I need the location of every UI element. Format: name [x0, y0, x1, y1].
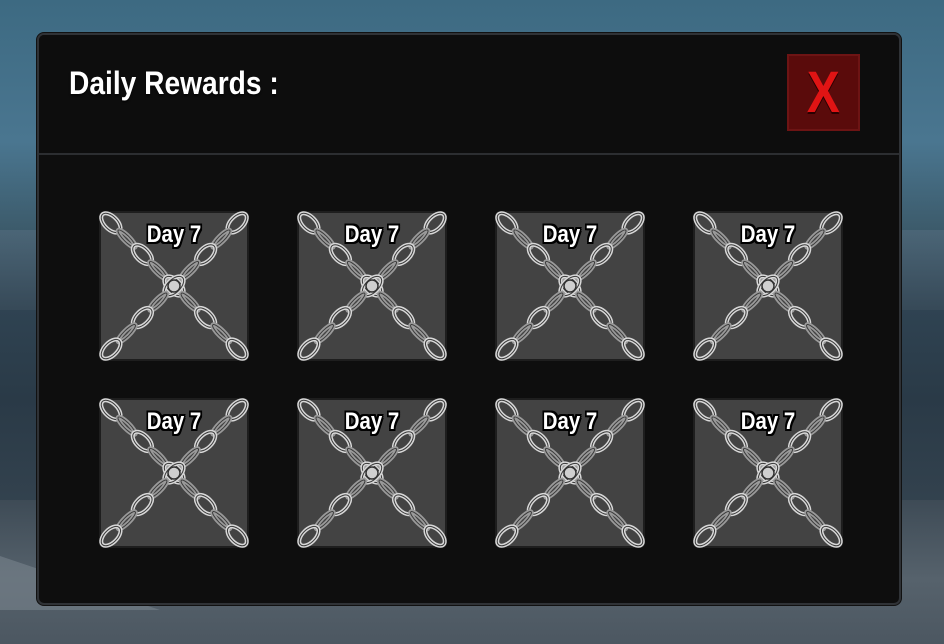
chain-link [423, 524, 447, 548]
reward-day-label: Day 7 [740, 408, 796, 435]
reward-day-label: Day 7 [146, 408, 202, 435]
chain-link [297, 337, 321, 361]
reward-day-label: Day 7 [344, 408, 400, 435]
chain-link [297, 524, 321, 548]
chain-link [225, 524, 249, 548]
chain-link [693, 524, 717, 548]
window-header: Daily Rewards : X [39, 35, 899, 155]
chain-link [225, 337, 249, 361]
chain-center-ring [761, 279, 775, 293]
reward-day-label: Day 7 [542, 221, 598, 248]
chain-center-ring [365, 279, 379, 293]
reward-day-label: Day 7 [146, 221, 202, 248]
reward-tile[interactable]: Day 7 [293, 394, 451, 550]
chain-center-ring [761, 466, 775, 480]
reward-day-label: Day 7 [344, 221, 400, 248]
chain-link [621, 337, 645, 361]
reward-tile[interactable]: Day 7 [491, 394, 649, 550]
chain-link [495, 524, 519, 548]
close-button[interactable]: X [787, 54, 860, 131]
chain-center-ring [167, 279, 181, 293]
chain-link [819, 337, 843, 361]
chain-link [99, 337, 123, 361]
chain-link [693, 337, 717, 361]
chain-center-ring [167, 466, 181, 480]
reward-tile[interactable]: Day 7 [491, 207, 649, 363]
chain-center-ring [563, 466, 577, 480]
chain-link [495, 337, 519, 361]
reward-tile[interactable]: Day 7 [95, 207, 253, 363]
reward-tile[interactable]: Day 7 [293, 207, 451, 363]
chain-link [819, 524, 843, 548]
close-x-icon: X [807, 59, 840, 125]
reward-tile[interactable]: Day 7 [689, 207, 847, 363]
reward-day-label: Day 7 [740, 221, 796, 248]
daily-rewards-window: Daily Rewards : X Day 7 Day 7 Day 7 Day … [37, 33, 901, 605]
chain-link [621, 524, 645, 548]
chain-link [99, 524, 123, 548]
reward-day-label: Day 7 [542, 408, 598, 435]
chain-link [423, 337, 447, 361]
reward-tile[interactable]: Day 7 [95, 394, 253, 550]
window-title: Daily Rewards : [69, 65, 279, 101]
chain-center-ring [365, 466, 379, 480]
chain-center-ring [563, 279, 577, 293]
reward-tile[interactable]: Day 7 [689, 394, 847, 550]
